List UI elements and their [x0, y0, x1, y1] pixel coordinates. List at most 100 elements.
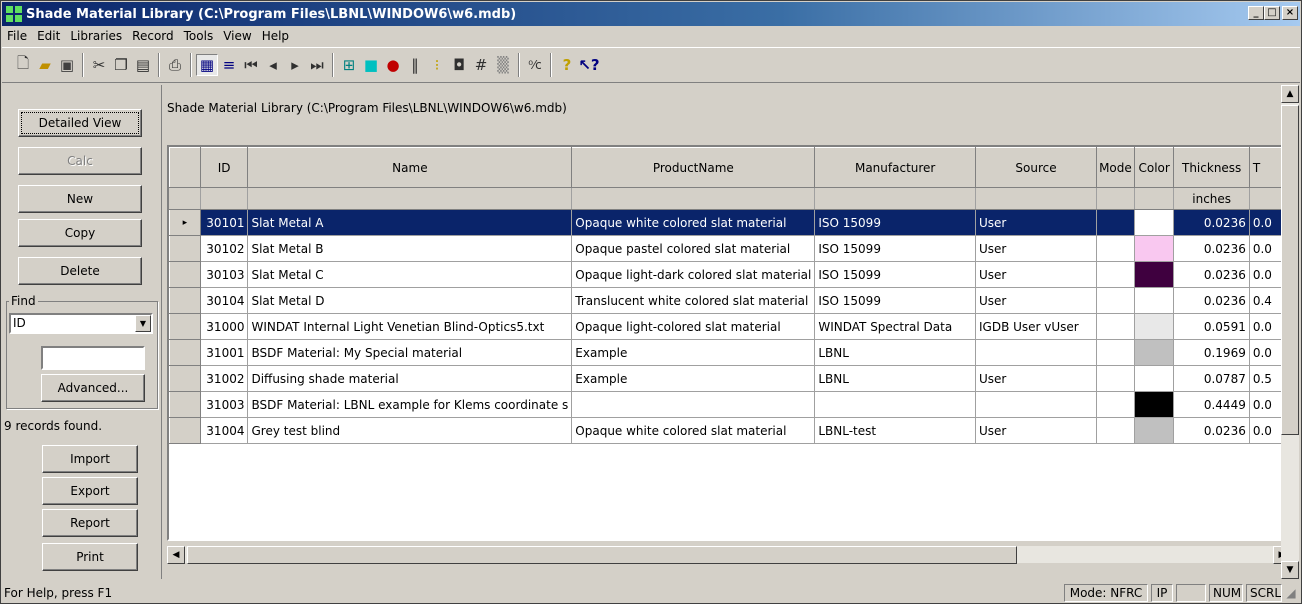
- column-header[interactable]: Manufacturer: [814, 147, 976, 188]
- manufacturer-cell[interactable]: LBNL-test: [814, 417, 976, 444]
- menu-help[interactable]: Help: [257, 29, 294, 43]
- calc-button[interactable]: Calc: [18, 147, 142, 175]
- cut-icon[interactable]: ✂: [88, 54, 110, 76]
- find-field-select[interactable]: ID ▼: [9, 313, 153, 334]
- id-cell[interactable]: 31004: [199, 417, 249, 444]
- new-button[interactable]: New: [18, 185, 142, 213]
- column-header[interactable]: Thickness: [1173, 147, 1250, 188]
- mode-cell[interactable]: [1096, 235, 1135, 262]
- menu-view[interactable]: View: [218, 29, 256, 43]
- help-icon[interactable]: ?: [556, 54, 578, 76]
- hash-icon[interactable]: #: [470, 54, 492, 76]
- id-cell[interactable]: 30101: [199, 209, 249, 236]
- close-button[interactable]: ×: [1282, 6, 1298, 20]
- source-cell[interactable]: IGDB User vUser: [974, 313, 1098, 340]
- mode-cell[interactable]: [1096, 209, 1135, 236]
- paste-icon[interactable]: ▤: [132, 54, 154, 76]
- scroll-left-icon[interactable]: ◀: [167, 546, 185, 564]
- table-row[interactable]: 30102 Slat Metal B Opaque pastel colored s…: [169, 235, 1289, 262]
- product-name-cell[interactable]: Opaque white colored slat material: [571, 417, 816, 444]
- last-record-icon[interactable]: ⏭: [306, 54, 328, 76]
- row-selector[interactable]: [169, 417, 201, 444]
- advanced-button[interactable]: Advanced...: [41, 374, 145, 402]
- name-cell[interactable]: Slat Metal B: [247, 235, 573, 262]
- thickness-cell[interactable]: 0.0236: [1173, 261, 1250, 288]
- table-row[interactable]: 31001 BSDF Material: My Special material E…: [169, 339, 1289, 366]
- column-header[interactable]: Color: [1133, 147, 1175, 188]
- prev-record-icon[interactable]: ◂: [262, 54, 284, 76]
- source-cell[interactable]: [974, 391, 1098, 418]
- row-selector[interactable]: [169, 391, 201, 418]
- name-cell[interactable]: Grey test blind: [247, 417, 573, 444]
- id-cell[interactable]: 31001: [199, 339, 249, 366]
- product-name-cell[interactable]: [571, 391, 816, 418]
- color-swatch[interactable]: [1133, 417, 1175, 444]
- minimize-button[interactable]: _: [1248, 6, 1264, 20]
- source-cell[interactable]: User: [974, 235, 1098, 262]
- whats-this-icon[interactable]: ↖?: [578, 54, 600, 76]
- grid-view-icon[interactable]: ▦: [196, 54, 218, 76]
- table-row[interactable]: ▸ 30101 Slat Metal A Opaque white colored s…: [169, 209, 1289, 236]
- menu-libraries[interactable]: Libraries: [65, 29, 127, 43]
- menu-tools[interactable]: Tools: [179, 29, 219, 43]
- calc-icon[interactable]: ⁰⁄c: [524, 54, 546, 76]
- color-swatch[interactable]: [1133, 365, 1175, 392]
- column-header[interactable]: Mode: [1096, 147, 1135, 188]
- color-swatch[interactable]: [1133, 287, 1175, 314]
- copy-icon[interactable]: ❐: [110, 54, 132, 76]
- id-cell[interactable]: 30103: [199, 261, 249, 288]
- name-cell[interactable]: WINDAT Internal Light Venetian Blind-Opt…: [247, 313, 573, 340]
- thickness-cell[interactable]: 0.0236: [1173, 417, 1250, 444]
- grid-icon[interactable]: ⊞: [338, 54, 360, 76]
- export-button[interactable]: Export: [42, 477, 138, 505]
- row-selector[interactable]: ▸: [169, 209, 201, 236]
- table-row[interactable]: 30104 Slat Metal D Translucent white color…: [169, 287, 1289, 314]
- product-name-cell[interactable]: Opaque white colored slat material: [571, 209, 816, 236]
- chevron-down-icon[interactable]: ▼: [135, 315, 151, 332]
- column-header[interactable]: ProductName: [571, 147, 816, 188]
- open-folder-icon[interactable]: ▰: [34, 54, 56, 76]
- menu-edit[interactable]: Edit: [32, 29, 65, 43]
- thickness-cell[interactable]: 0.1969: [1173, 339, 1250, 366]
- mode-cell[interactable]: [1096, 365, 1135, 392]
- id-cell[interactable]: 31002: [199, 365, 249, 392]
- report-button[interactable]: Report: [42, 509, 138, 537]
- id-cell[interactable]: 30102: [199, 235, 249, 262]
- mode-cell[interactable]: [1096, 417, 1135, 444]
- detailed-view-button[interactable]: Detailed View: [18, 109, 142, 137]
- name-cell[interactable]: BSDF Material: LBNL example for Klems co…: [247, 391, 573, 418]
- scroll-down-icon[interactable]: ▼: [1281, 561, 1299, 579]
- print-icon[interactable]: ⎙: [164, 54, 186, 76]
- source-cell[interactable]: User: [974, 365, 1098, 392]
- mode-cell[interactable]: [1096, 339, 1135, 366]
- product-name-cell[interactable]: Opaque pastel colored slat material: [571, 235, 816, 262]
- product-name-cell[interactable]: Opaque light-colored slat material: [571, 313, 816, 340]
- manufacturer-cell[interactable]: ISO 15099: [814, 287, 976, 314]
- bulb-icon[interactable]: ⁝: [426, 54, 448, 76]
- vertical-scroll-thumb[interactable]: [1281, 105, 1299, 435]
- menu-file[interactable]: File: [2, 29, 32, 43]
- column-header[interactable]: Source: [974, 147, 1098, 188]
- color-swatch[interactable]: [1133, 313, 1175, 340]
- first-record-icon[interactable]: ⏮: [240, 54, 262, 76]
- column-header[interactable]: Name: [247, 147, 573, 188]
- color-swatch[interactable]: [1133, 235, 1175, 262]
- row-selector[interactable]: [169, 287, 201, 314]
- table-row[interactable]: 31004 Grey test blind Opaque white colored…: [169, 417, 1289, 444]
- corner-header[interactable]: [169, 147, 201, 188]
- row-selector[interactable]: [169, 261, 201, 288]
- source-cell[interactable]: User: [974, 287, 1098, 314]
- horizontal-scroll-thumb[interactable]: [187, 546, 1017, 564]
- name-cell[interactable]: BSDF Material: My Special material: [247, 339, 573, 366]
- import-button[interactable]: Import: [42, 445, 138, 473]
- table-row[interactable]: 31003 BSDF Material: LBNL example for Kle…: [169, 391, 1289, 418]
- mode-cell[interactable]: [1096, 391, 1135, 418]
- records-grid[interactable]: ID Name ProductName Manufacturer Source …: [167, 145, 1291, 541]
- row-selector[interactable]: [169, 313, 201, 340]
- scroll-up-icon[interactable]: ▲: [1281, 85, 1299, 103]
- resize-grip-icon[interactable]: ◢: [1282, 586, 1300, 600]
- product-name-cell[interactable]: Example: [571, 339, 816, 366]
- mode-cell[interactable]: [1096, 287, 1135, 314]
- product-name-cell[interactable]: Translucent white colored slat material: [571, 287, 816, 314]
- thickness-cell[interactable]: 0.0236: [1173, 235, 1250, 262]
